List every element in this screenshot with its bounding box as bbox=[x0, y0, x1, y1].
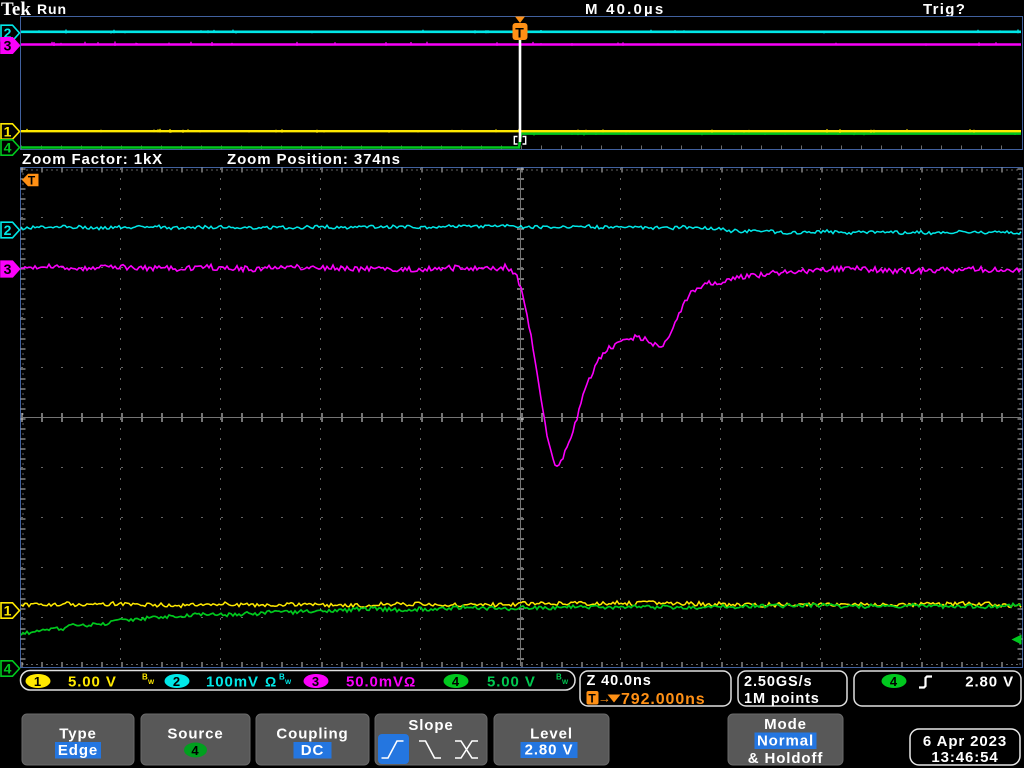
svg-text:Level: Level bbox=[530, 726, 573, 743]
svg-text:2.80 V: 2.80 V bbox=[525, 742, 574, 759]
svg-text:Slope: Slope bbox=[408, 717, 453, 734]
svg-text:Normal: Normal bbox=[757, 733, 814, 750]
svg-text:Run: Run bbox=[37, 1, 67, 17]
svg-text:1: 1 bbox=[4, 124, 13, 140]
svg-text:W: W bbox=[148, 679, 155, 686]
svg-text:W: W bbox=[562, 679, 569, 686]
svg-text:Zoom Factor: 1kX: Zoom Factor: 1kX bbox=[22, 151, 163, 168]
svg-text:2.80 V: 2.80 V bbox=[965, 674, 1014, 691]
svg-text:4: 4 bbox=[191, 743, 199, 758]
svg-text:Mode: Mode bbox=[764, 716, 807, 733]
svg-text:50.0mV: 50.0mV bbox=[346, 674, 404, 691]
svg-text:→: → bbox=[598, 691, 612, 706]
svg-text:792.000ns: 792.000ns bbox=[621, 691, 706, 708]
svg-text:5.00 V: 5.00 V bbox=[487, 674, 536, 691]
svg-text:T: T bbox=[588, 692, 596, 706]
svg-text:6 Apr 2023: 6 Apr 2023 bbox=[923, 733, 1007, 750]
svg-text:5.00 V: 5.00 V bbox=[68, 674, 117, 691]
svg-text:13:46:54: 13:46:54 bbox=[931, 749, 998, 766]
svg-text:2: 2 bbox=[173, 674, 181, 689]
svg-text:1M points: 1M points bbox=[744, 691, 820, 707]
svg-text:Trig?: Trig? bbox=[923, 1, 966, 18]
svg-text:1: 1 bbox=[34, 674, 42, 689]
svg-text:3: 3 bbox=[4, 38, 13, 54]
svg-text:Type: Type bbox=[59, 726, 97, 743]
svg-text:Z 40.0ns: Z 40.0ns bbox=[587, 673, 652, 689]
svg-text:2: 2 bbox=[4, 222, 13, 238]
svg-text:T: T bbox=[28, 174, 36, 188]
svg-text:DC: DC bbox=[301, 742, 324, 759]
svg-text:Ω: Ω bbox=[265, 674, 277, 690]
svg-text:Coupling: Coupling bbox=[276, 726, 348, 743]
svg-text:Zoom Position: 374ns: Zoom Position: 374ns bbox=[227, 151, 401, 168]
svg-text:4: 4 bbox=[4, 661, 13, 677]
svg-text:T: T bbox=[515, 25, 524, 41]
svg-text:Ω: Ω bbox=[404, 674, 416, 690]
svg-text:W: W bbox=[285, 679, 292, 686]
svg-text:4: 4 bbox=[452, 674, 460, 689]
svg-text:Source: Source bbox=[167, 726, 223, 743]
svg-text:4: 4 bbox=[890, 674, 898, 689]
svg-text:3: 3 bbox=[4, 261, 13, 277]
svg-text:4: 4 bbox=[4, 140, 13, 156]
svg-text:3: 3 bbox=[312, 674, 320, 689]
svg-text:2.50GS/s: 2.50GS/s bbox=[744, 674, 812, 690]
svg-text:Edge: Edge bbox=[58, 742, 98, 759]
svg-text:M 40.0µs: M 40.0µs bbox=[585, 1, 665, 18]
svg-text:1: 1 bbox=[4, 603, 13, 619]
svg-text:100mV: 100mV bbox=[206, 674, 259, 691]
svg-text:& Holdoff: & Holdoff bbox=[748, 750, 824, 767]
